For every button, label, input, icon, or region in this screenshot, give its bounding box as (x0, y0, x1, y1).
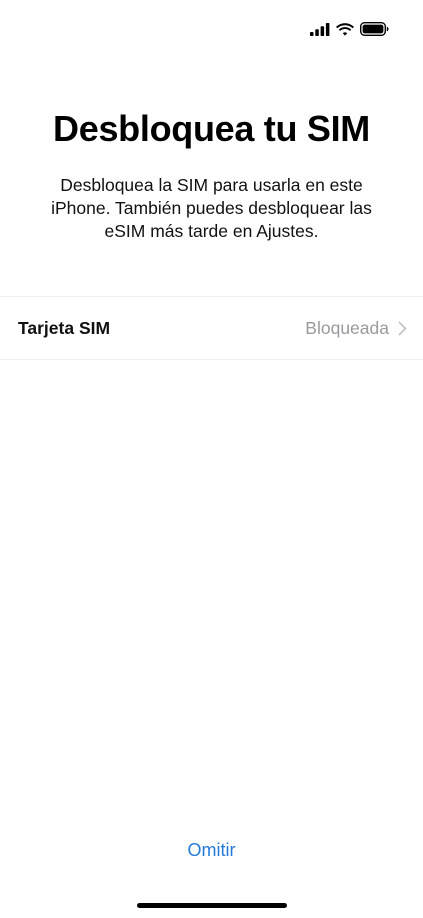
skip-button[interactable]: Omitir (0, 840, 423, 861)
sim-card-row[interactable]: Tarjeta SIM Bloqueada (0, 296, 423, 360)
sim-card-label: Tarjeta SIM (18, 317, 111, 338)
status-bar (0, 0, 423, 60)
chevron-right-icon (398, 321, 407, 341)
sim-card-status: Bloqueada (305, 317, 389, 338)
page-description: Desbloquea la SIM para usarla en este iP… (51, 175, 372, 241)
battery-icon (360, 22, 389, 36)
wifi-icon (336, 22, 354, 36)
home-indicator[interactable] (137, 903, 287, 908)
cellular-signal-icon (310, 22, 330, 36)
page-title: Desbloquea tu SIM (53, 108, 370, 149)
status-icons (310, 22, 389, 36)
